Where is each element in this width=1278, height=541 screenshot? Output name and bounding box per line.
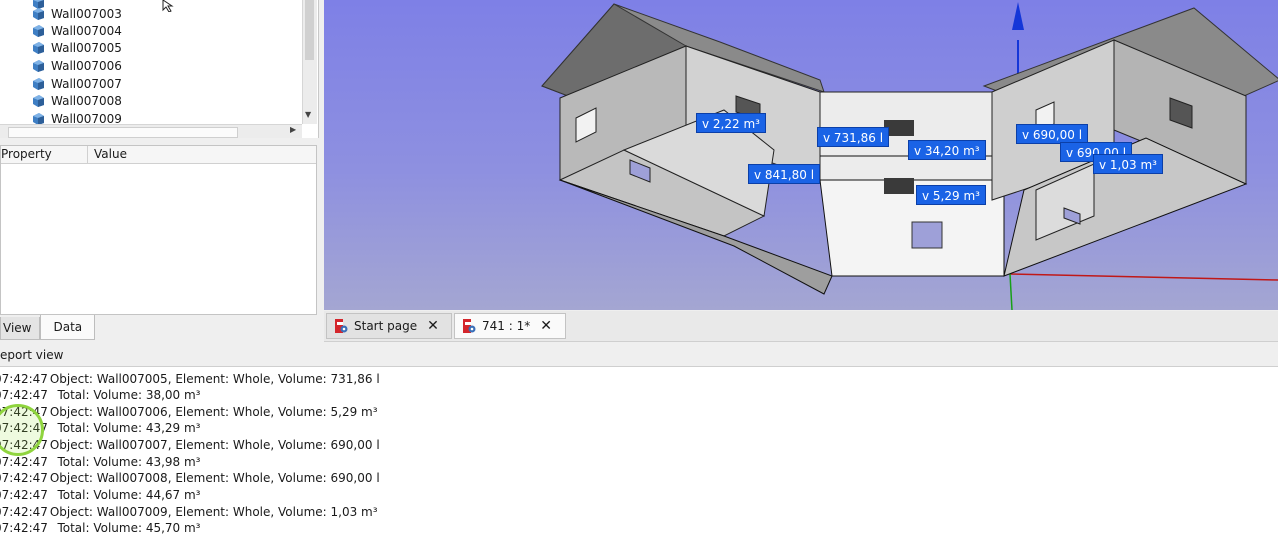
tree-item-label: Wall007006: [51, 58, 122, 73]
log-line: 07:42:47 Total: Volume: 38,00 m³: [0, 388, 201, 402]
property-panel: Property Value: [0, 145, 317, 315]
scroll-down-arrow-icon[interactable]: ▼: [305, 110, 311, 119]
tree-item-label: Wall007003: [51, 6, 122, 21]
tree-item-label: Wall007007: [51, 76, 122, 91]
wall-cube-icon: [32, 77, 45, 90]
tree-item[interactable]: Wall007008: [32, 92, 122, 109]
value-column-header[interactable]: Value: [88, 146, 127, 163]
z-axis-arrow: [1012, 2, 1024, 30]
tree-item-label: Wall007004: [51, 23, 122, 38]
freecad-icon: [463, 319, 476, 333]
report-view-title: eport view: [0, 348, 64, 362]
scrollbar-thumb[interactable]: [8, 127, 238, 138]
log-line: 07:42:47 Total: Volume: 44,67 m³: [0, 488, 201, 502]
measurement-label[interactable]: v 5,29 m³: [916, 185, 986, 205]
log-line: 07:42:47 Object: Wall007007, Element: Wh…: [0, 438, 380, 452]
property-view-tabs: View Data: [0, 314, 318, 340]
property-column-header[interactable]: Property: [1, 146, 88, 163]
y-axis: [1009, 273, 1013, 310]
tree-item[interactable]: Wall007003: [32, 5, 122, 22]
tab-label: Start page: [354, 319, 418, 333]
tree-item[interactable]: Wall007004: [32, 22, 122, 39]
wall-cube-icon: [32, 112, 45, 125]
measurement-label[interactable]: v 841,80 l: [748, 164, 821, 184]
tree-item[interactable]: Wall007005: [32, 39, 122, 56]
measurement-label[interactable]: v 731,86 l: [817, 127, 890, 147]
tree-vertical-scrollbar[interactable]: ▼: [302, 0, 317, 124]
close-icon[interactable]: ✕: [540, 319, 552, 333]
tab-label: 741 : 1*: [482, 319, 531, 333]
freecad-icon: [335, 319, 348, 333]
scrollbar-thumb[interactable]: [305, 0, 314, 60]
wall-cube-icon: [32, 7, 45, 20]
x-axis: [1009, 273, 1278, 281]
wall-cube-icon: [32, 59, 45, 72]
log-line: 07:42:47 Object: Wall007005, Element: Wh…: [0, 372, 380, 386]
measurement-label[interactable]: v 690,00 l: [1016, 124, 1089, 144]
document-tab-bar: Start page ✕ 741 : 1* ✕: [324, 311, 1278, 342]
log-line: 07:42:47 Total: Volume: 45,70 m³: [0, 521, 201, 535]
tab-document-741[interactable]: 741 : 1* ✕: [454, 313, 566, 339]
measurement-label[interactable]: v 34,20 m³: [908, 140, 986, 160]
opening: [884, 178, 914, 194]
close-icon[interactable]: ✕: [427, 319, 439, 333]
property-table-header: Property Value: [1, 146, 316, 164]
tab-data[interactable]: Data: [40, 315, 96, 340]
log-line: 07:42:47 Total: Volume: 43,98 m³: [0, 455, 201, 469]
scroll-right-arrow-icon[interactable]: ▶: [290, 125, 296, 134]
measurement-label[interactable]: v 1,03 m³: [1093, 154, 1163, 174]
measurement-label[interactable]: v 2,22 m³: [696, 113, 766, 133]
wall-cube-icon: [32, 41, 45, 54]
log-line: 07:42:47 Object: Wall007009, Element: Wh…: [0, 505, 378, 519]
tree-item-label: Wall007008: [51, 93, 122, 108]
model-tree[interactable]: Wall007003 Wall007004 Wall007005 Wall007…: [0, 0, 319, 138]
tree-item[interactable]: Wall007006: [32, 57, 122, 74]
mouse-cursor-icon: [162, 0, 174, 12]
wall-cube-icon: [32, 24, 45, 37]
3d-viewport[interactable]: v 2,22 m³ v 731,86 l v 34,20 m³ v 841,80…: [324, 0, 1278, 310]
window: [911, 221, 943, 249]
tree-item-label: Wall007005: [51, 40, 122, 55]
log-line: 07:42:47 Object: Wall007008, Element: Wh…: [0, 471, 380, 485]
tab-view[interactable]: View: [0, 317, 41, 340]
tree-horizontal-scrollbar[interactable]: ▶: [0, 124, 302, 138]
log-line: 07:42:47 Object: Wall007006, Element: Wh…: [0, 405, 378, 419]
tab-start-page[interactable]: Start page ✕: [326, 313, 452, 339]
wall-cube-icon: [32, 94, 45, 107]
tree-item[interactable]: Wall007007: [32, 75, 122, 92]
report-view[interactable]: 07:42:47 Object: Wall007005, Element: Wh…: [0, 366, 1278, 541]
